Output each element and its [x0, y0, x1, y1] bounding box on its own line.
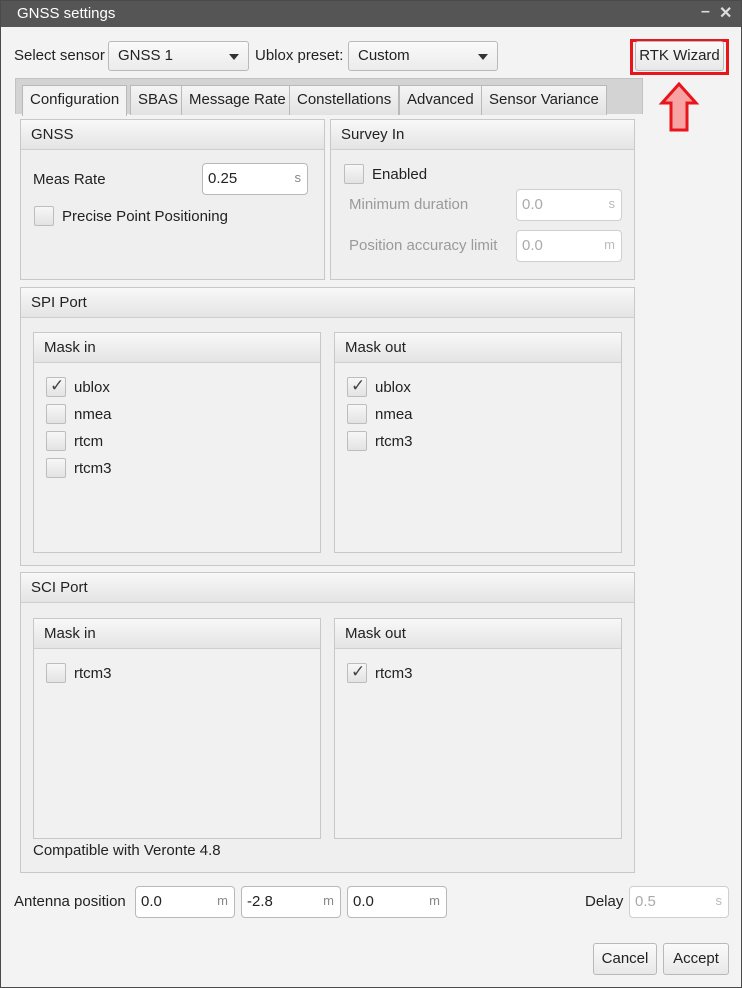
sci-mask-in-panel: Mask in rtcm3 [33, 618, 321, 839]
accept-button[interactable]: Accept [663, 943, 729, 975]
spi-in-ublox-checkbox[interactable]: ✓ [46, 376, 66, 397]
gnss-settings-window: GNSS settings – ✕ Select sensor GNSS 1 U… [0, 0, 742, 988]
up-arrow-icon [658, 81, 700, 132]
antenna-y-unit: m [323, 893, 334, 908]
spi-in-rtcm-label: rtcm [74, 433, 104, 450]
spi-in-nmea-checkbox[interactable] [46, 404, 66, 424]
antenna-x-input[interactable]: 0.0 m [135, 886, 235, 918]
delay-label: Delay [585, 893, 624, 910]
spi-mask-in-panel: Mask in ✓ ublox nmea rtcm rtcm3 [33, 332, 321, 553]
chevron-down-icon [229, 54, 239, 60]
ublox-preset-value: Custom [358, 47, 410, 64]
sensor-select[interactable]: GNSS 1 [108, 41, 249, 71]
antenna-position-label: Antenna position [14, 893, 126, 910]
ppp-label: Precise Point Positioning [62, 208, 228, 225]
tab-sensor-variance[interactable]: Sensor Variance [481, 85, 607, 115]
min-duration-value: 0.0 [522, 196, 543, 213]
sci-port-panel: SCI Port Mask in rtcm3 Mask out ✓ rtcm3 … [20, 572, 635, 873]
ublox-preset-label: Ublox preset: [255, 47, 344, 64]
chevron-down-icon [478, 54, 488, 60]
meas-rate-value: 0.25 [208, 170, 238, 187]
delay-value: 0.5 [635, 893, 656, 910]
gnss-panel-header: GNSS [21, 120, 324, 150]
spi-out-rtcm3-label: rtcm3 [375, 433, 413, 450]
tab-strip: Configuration SBAS Message Rate Constell… [15, 78, 643, 116]
delay-unit: s [715, 893, 723, 908]
min-duration-input[interactable]: 0.0 s [516, 189, 622, 221]
sci-in-rtcm3-checkbox[interactable] [46, 663, 66, 683]
delay-input[interactable]: 0.5 s [629, 886, 729, 918]
meas-rate-unit: s [294, 170, 302, 185]
spi-mask-in-header: Mask in [34, 333, 320, 363]
cancel-button[interactable]: Cancel [593, 943, 657, 975]
window-title: GNSS settings [17, 5, 116, 22]
survey-enabled-checkbox[interactable] [344, 164, 364, 184]
tab-configuration[interactable]: Configuration [22, 85, 128, 116]
antenna-x-unit: m [217, 893, 228, 908]
sci-out-rtcm3-label: rtcm3 [375, 665, 413, 682]
check-icon: ✓ [50, 376, 65, 395]
check-icon: ✓ [351, 662, 366, 681]
spi-port-header: SPI Port [21, 288, 634, 318]
sci-mask-in-header: Mask in [34, 619, 320, 649]
sci-mask-out-panel: Mask out ✓ rtcm3 [334, 618, 622, 839]
gnss-panel: GNSS Meas Rate 0.25 s Precise Point Posi… [20, 119, 325, 280]
position-accuracy-label: Position accuracy limit [349, 237, 498, 254]
position-accuracy-value: 0.0 [522, 237, 543, 254]
sci-port-header: SCI Port [21, 573, 634, 603]
spi-out-ublox-label: ublox [375, 379, 411, 396]
position-accuracy-unit: m [604, 237, 615, 252]
spi-port-panel: SPI Port Mask in ✓ ublox nmea rtcm rtcm3… [20, 287, 635, 566]
antenna-z-input[interactable]: 0.0 m [347, 886, 447, 918]
tab-sbas[interactable]: SBAS [130, 85, 187, 115]
spi-in-ublox-label: ublox [74, 379, 110, 396]
survey-in-panel: Survey In Enabled Minimum duration 0.0 s… [330, 119, 635, 280]
tab-constellations[interactable]: Constellations [289, 85, 400, 115]
sci-mask-out-header: Mask out [335, 619, 621, 649]
compatibility-note: Compatible with Veronte 4.8 [33, 842, 221, 859]
spi-out-nmea-label: nmea [375, 406, 413, 423]
spi-in-nmea-label: nmea [74, 406, 112, 423]
minimize-icon[interactable]: – [701, 3, 710, 21]
antenna-y-input[interactable]: -2.8 m [241, 886, 341, 918]
spi-in-rtcm3-checkbox[interactable] [46, 458, 66, 478]
spi-out-rtcm3-checkbox[interactable] [347, 431, 367, 451]
ppp-checkbox[interactable] [34, 206, 54, 226]
sensor-select-value: GNSS 1 [118, 47, 174, 64]
meas-rate-input[interactable]: 0.25 s [202, 163, 308, 195]
title-bar: GNSS settings – ✕ [1, 1, 741, 27]
meas-rate-label: Meas Rate [33, 171, 106, 188]
check-icon: ✓ [351, 376, 366, 395]
select-sensor-label: Select sensor [14, 47, 105, 64]
survey-in-panel-header: Survey In [331, 120, 634, 150]
sci-in-rtcm3-label: rtcm3 [74, 665, 112, 682]
rtk-wizard-button[interactable]: RTK Wizard [635, 41, 724, 71]
spi-in-rtcm3-label: rtcm3 [74, 460, 112, 477]
spi-out-ublox-checkbox[interactable]: ✓ [347, 376, 367, 397]
min-duration-label: Minimum duration [349, 196, 469, 213]
position-accuracy-input[interactable]: 0.0 m [516, 230, 622, 262]
survey-enabled-label: Enabled [372, 166, 428, 183]
antenna-x-value: 0.0 [141, 893, 162, 910]
antenna-z-unit: m [429, 893, 440, 908]
close-icon[interactable]: ✕ [719, 3, 732, 23]
ublox-preset-select[interactable]: Custom [348, 41, 498, 71]
antenna-z-value: 0.0 [353, 893, 374, 910]
tab-advanced[interactable]: Advanced [399, 85, 482, 115]
spi-out-nmea-checkbox[interactable] [347, 404, 367, 424]
spi-in-rtcm-checkbox[interactable] [46, 431, 66, 451]
spi-mask-out-header: Mask out [335, 333, 621, 363]
spi-mask-out-panel: Mask out ✓ ublox nmea rtcm3 [334, 332, 622, 553]
min-duration-unit: s [608, 196, 616, 211]
sci-out-rtcm3-checkbox[interactable]: ✓ [347, 662, 367, 683]
tab-message-rate[interactable]: Message Rate [181, 85, 294, 115]
antenna-y-value: -2.8 [247, 893, 273, 910]
